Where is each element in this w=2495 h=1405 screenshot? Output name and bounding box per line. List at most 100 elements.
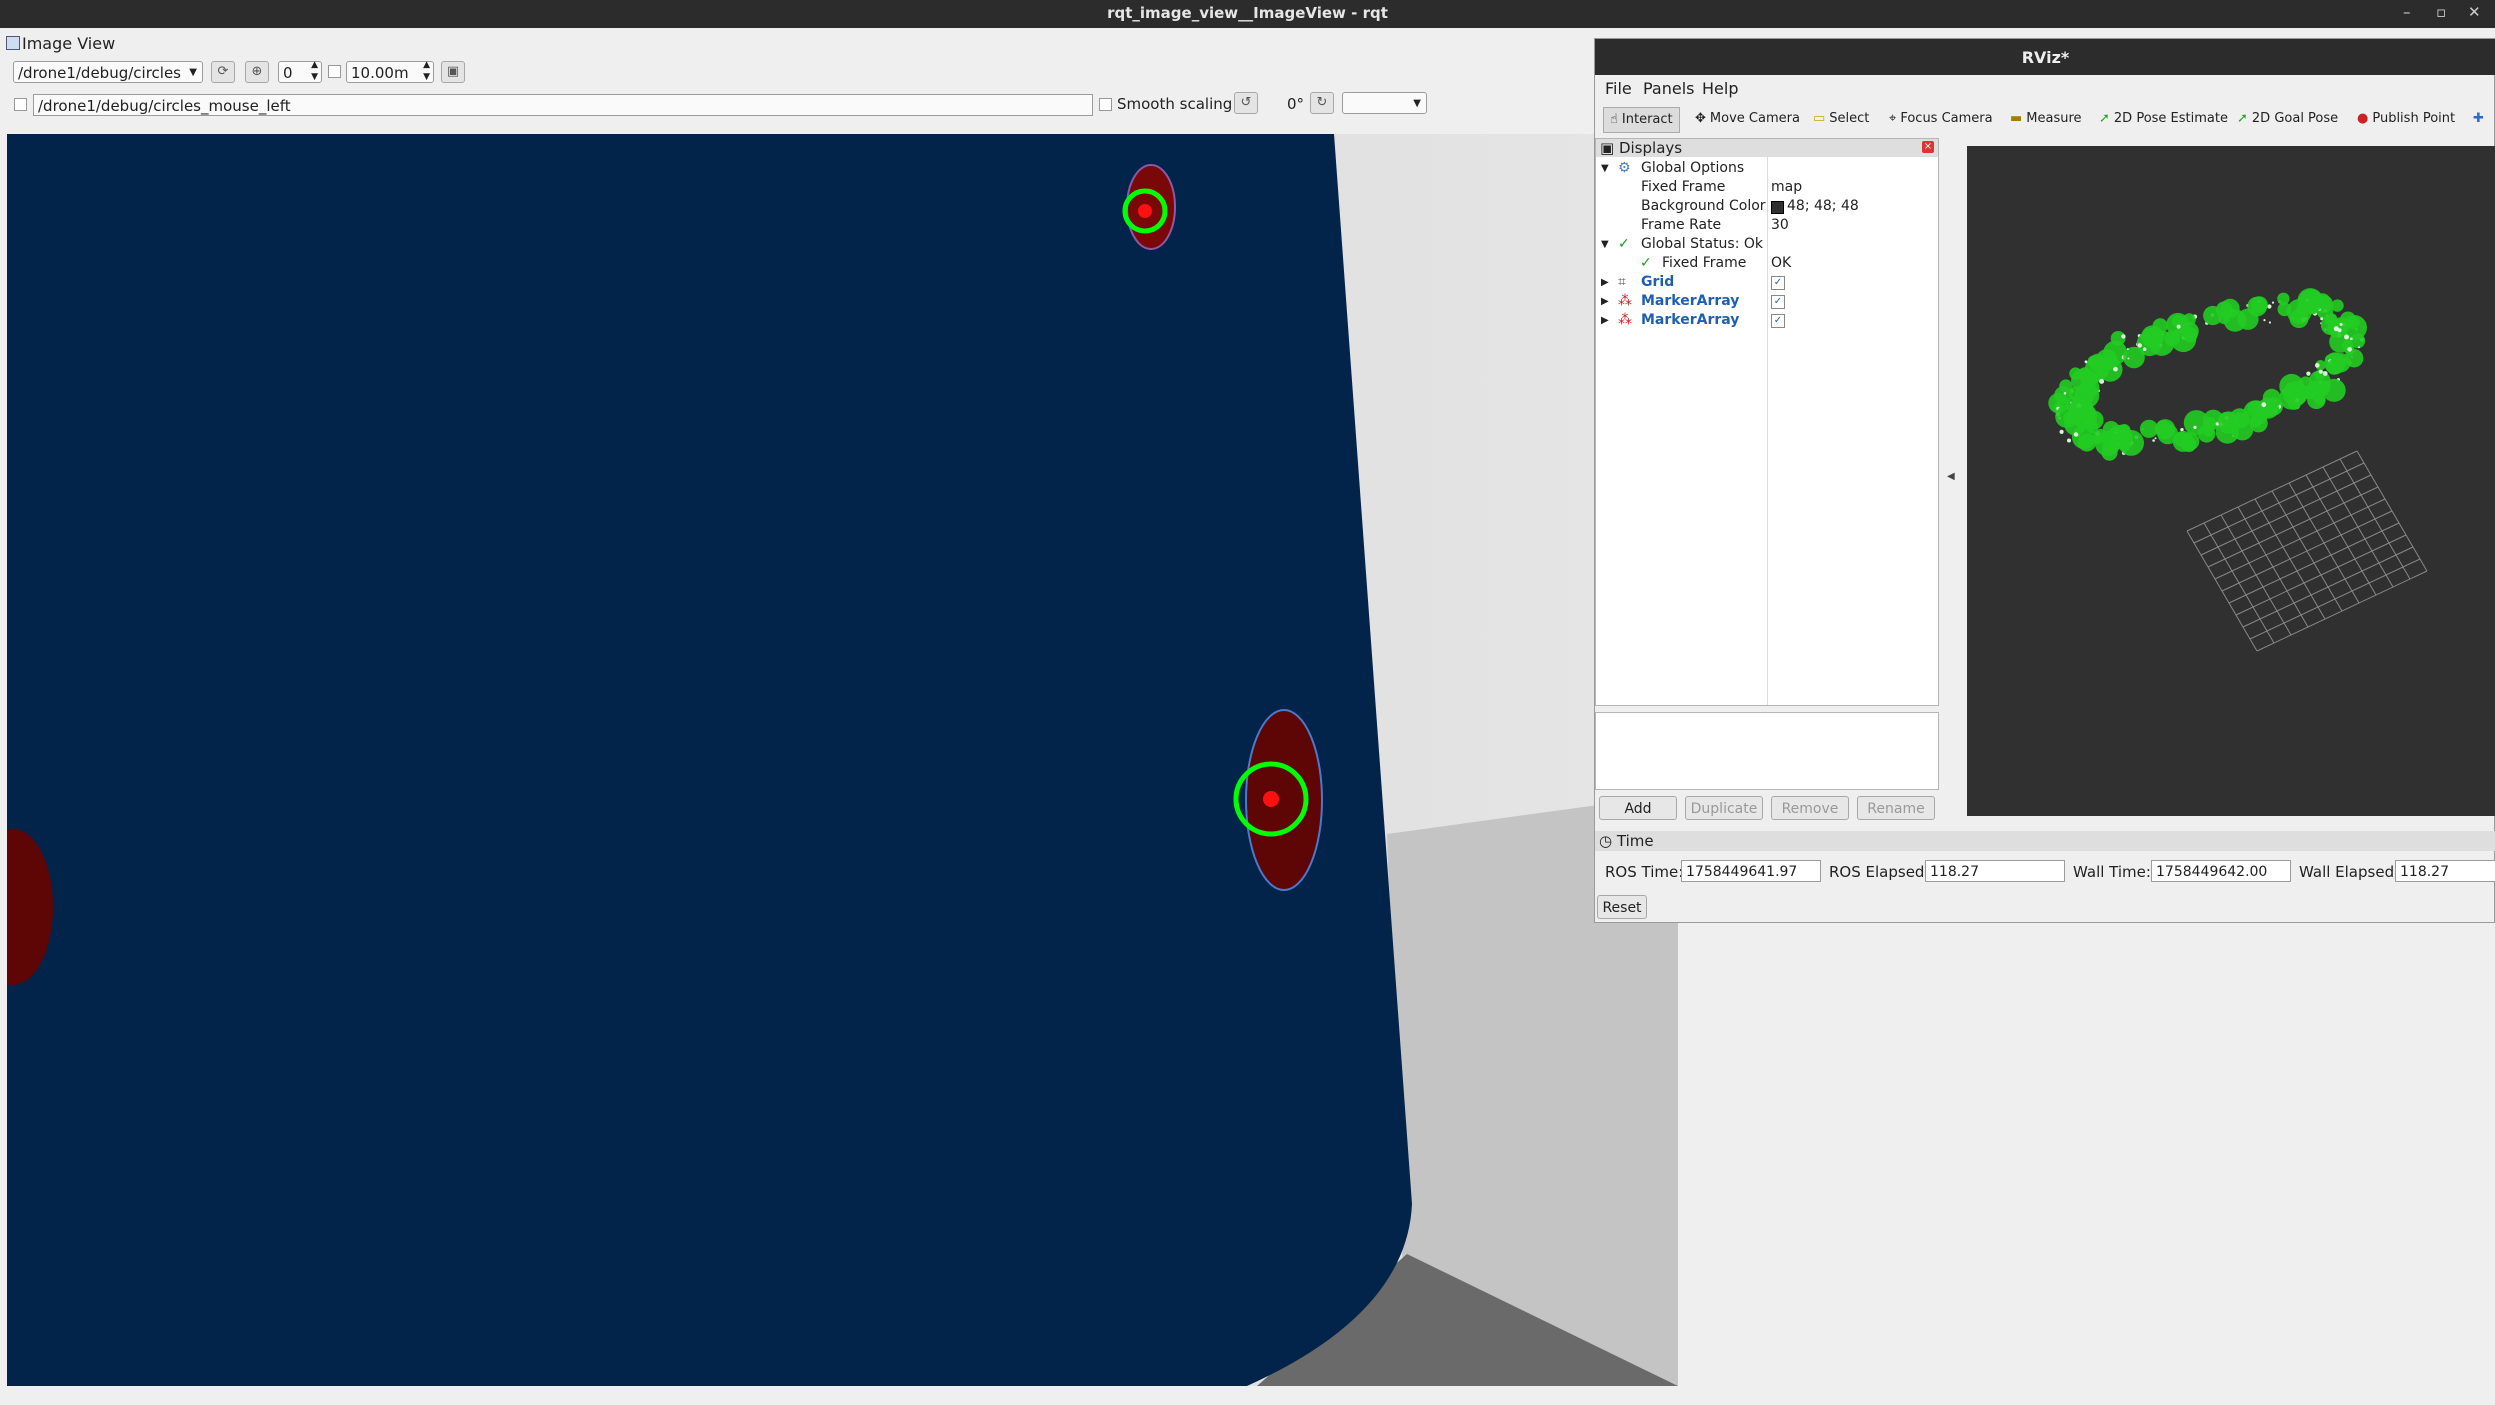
marker-sphere: [2218, 411, 2235, 429]
wall-time-field[interactable]: 1758449642.00: [2151, 860, 2291, 882]
rename-button[interactable]: Rename: [1857, 796, 1935, 820]
max-range-value: 10.00m: [351, 64, 409, 82]
row-label: MarkerArray: [1641, 312, 1740, 328]
color-scheme-select[interactable]: ▼: [1342, 92, 1427, 114]
marker-sphere: [2149, 330, 2175, 356]
marker-sphere: [2306, 380, 2327, 401]
interact-icon: ☝: [1610, 112, 1618, 127]
max-range-checkbox[interactable]: [328, 65, 341, 78]
ros-time-field[interactable]: 1758449641.97: [1681, 860, 1821, 882]
close-icon[interactable]: ✕: [2468, 3, 2481, 21]
tool-label: Measure: [2026, 111, 2082, 126]
row-label: Frame Rate: [1641, 217, 1722, 233]
marker-sphere: [2358, 346, 2360, 349]
marker-sphere: [2257, 397, 2279, 419]
close-panel-icon[interactable]: ×: [1922, 141, 1934, 153]
marker-sphere: [2220, 298, 2240, 318]
expand-arrow-icon: ▼: [1601, 239, 1609, 250]
clock-icon: ◷: [1599, 832, 1613, 850]
time-title: Time: [1616, 832, 1654, 850]
marker-sphere: [2318, 369, 2323, 374]
menu-file[interactable]: File: [1605, 79, 1632, 98]
marker-sphere: [2126, 348, 2129, 351]
add-button[interactable]: Add: [1599, 796, 1677, 820]
tool-measure[interactable]: ▬ Measure: [2010, 107, 2082, 131]
max-range-field[interactable]: 10.00m ▲ ▼: [346, 60, 434, 83]
ros-elapsed-field[interactable]: 118.27: [1925, 860, 2065, 882]
marker-array-icon: ⁂: [1618, 312, 1632, 328]
menu-help[interactable]: Help: [1702, 79, 1738, 98]
refresh-button[interactable]: ⟳: [211, 61, 235, 83]
zoom-button[interactable]: ⊕: [245, 61, 269, 83]
monitor-icon: ▣: [1600, 139, 1615, 157]
marker-sphere: [2139, 419, 2159, 438]
marker-sphere: [2137, 343, 2142, 348]
smooth-scaling-label: Smooth scaling: [1117, 95, 1233, 113]
minimize-icon[interactable]: –: [2403, 3, 2411, 21]
image-view-title: Image View: [22, 34, 116, 53]
time-panel-header: ◷ Time: [1595, 831, 2495, 851]
window-title: rqt_image_view__ImageView - rqt: [1107, 4, 1388, 22]
marker-sphere: [2315, 363, 2320, 368]
marker-sphere: [2339, 322, 2343, 326]
row-label: MarkerArray: [1641, 293, 1740, 309]
tool-move-camera[interactable]: ✥ Move Camera: [1695, 107, 1800, 131]
smooth-scaling-checkbox[interactable]: [1099, 98, 1112, 111]
marker-sphere: [2277, 292, 2290, 305]
save-image-button[interactable]: ▣: [441, 61, 465, 83]
tool-2d-goal-pose[interactable]: ➚ 2D Goal Pose: [2237, 107, 2338, 131]
reset-button[interactable]: Reset: [1597, 895, 1647, 919]
checkmark-icon: ✓: [1640, 255, 1652, 271]
tool-interact[interactable]: ☝ Interact: [1603, 107, 1680, 133]
marker-sphere: [2268, 321, 2271, 324]
displays-title: Displays: [1618, 139, 1683, 157]
displays-header: ▣ Displays ×: [1596, 139, 1938, 157]
mouse-publish-checkbox[interactable]: [14, 98, 27, 111]
duplicate-button[interactable]: Duplicate: [1685, 796, 1763, 820]
marker-sphere: [2271, 301, 2275, 304]
enable-checkbox[interactable]: ✓: [1771, 314, 1785, 328]
marker-sphere: [2267, 304, 2272, 309]
rotate-right-button[interactable]: ↻: [1310, 92, 1334, 114]
image-display[interactable]: [7, 134, 1678, 1386]
tool-publish-point[interactable]: ● Publish Point: [2357, 107, 2455, 131]
row-label: Global Options: [1641, 160, 1745, 176]
tool-select[interactable]: ▭ Select: [1813, 107, 1869, 131]
marker-sphere: [2073, 432, 2079, 437]
3d-viewport[interactable]: [1967, 146, 2495, 816]
remove-button[interactable]: Remove: [1771, 796, 1849, 820]
row-label: Grid: [1641, 274, 1675, 290]
expand-arrow-icon: ▼: [1601, 163, 1609, 174]
tool-2d-pose-estimate[interactable]: ➚ 2D Pose Estimate: [2099, 107, 2228, 131]
add-tool-button[interactable]: ✚: [2473, 107, 2484, 131]
menu-panels[interactable]: Panels: [1643, 79, 1695, 98]
spin-field[interactable]: 0 ▲ ▼: [278, 60, 322, 83]
rotate-left-button[interactable]: ↺: [1234, 92, 1258, 114]
mouse-topic-input[interactable]: /drone1/debug/circles_mouse_left: [33, 94, 1093, 116]
blue-obstacle: [7, 134, 1412, 1386]
tool-focus-camera[interactable]: ⌖ Focus Camera: [1889, 107, 1993, 131]
focus-camera-icon: ⌖: [1889, 111, 1897, 126]
tool-label: Interact: [1621, 112, 1673, 127]
marker-sphere: [2337, 328, 2342, 333]
row-value: 48; 48; 48: [1787, 198, 1859, 214]
marker-sphere: [2069, 367, 2082, 380]
rviz-title: RViz*: [1595, 39, 2495, 75]
maximize-icon[interactable]: ▫: [2436, 3, 2446, 21]
wall-elapsed-field[interactable]: 118.27: [2395, 860, 2495, 882]
marker-sphere: [2067, 438, 2071, 443]
marker-sphere: [2154, 437, 2157, 440]
color-swatch: [1771, 201, 1784, 214]
marker-sphere: [2261, 402, 2267, 408]
tool-label: 2D Goal Pose: [2251, 111, 2339, 126]
enable-checkbox[interactable]: ✓: [1771, 276, 1785, 290]
row-label: Background Color: [1641, 198, 1766, 214]
marker-sphere: [2072, 425, 2096, 450]
marker-sphere: [2306, 371, 2311, 376]
marker-sphere: [2084, 360, 2088, 364]
collapse-arrow-icon[interactable]: ◀: [1947, 471, 1955, 482]
row-value: 30: [1771, 217, 1789, 233]
marker-sphere: [2088, 353, 2107, 373]
enable-checkbox[interactable]: ✓: [1771, 295, 1785, 309]
topic-select[interactable]: /drone1/debug/circles ▼: [13, 61, 203, 83]
